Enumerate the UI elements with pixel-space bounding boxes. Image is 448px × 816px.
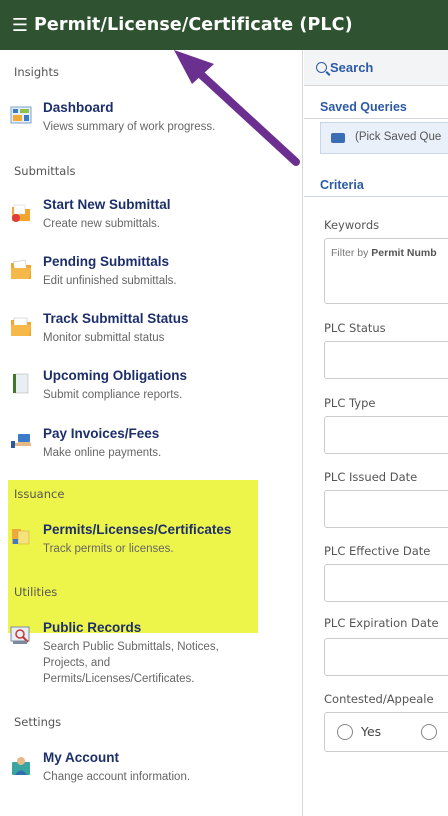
section-utilities: Utilities [14,585,58,599]
plc-type-label: PLC Type [324,396,376,410]
criteria-title: Criteria [320,178,364,192]
pending-folder-icon [11,259,31,279]
sidebar-item-label: Dashboard [43,100,114,115]
radio-no[interactable] [421,724,437,740]
sidebar-item-desc: Track permits or licenses. [43,543,174,555]
new-submittal-icon [12,204,30,222]
plc-effective-date-input[interactable] [324,564,448,602]
pointing-hand-icon [331,133,345,143]
sidebar-item-my-account[interactable]: My Account Change account information. [8,750,293,796]
sidebar-item-desc: Views summary of work progress. [43,121,216,133]
hamburger-icon[interactable]: ☰ [0,15,34,36]
sidebar-item-label: My Account [43,750,120,765]
radio-yes[interactable] [337,724,353,740]
plc-effective-date-label: PLC Effective Date [324,544,431,558]
sidebar-item-label: Upcoming Obligations [43,368,187,383]
plc-expiration-date-label: PLC Expiration Date [324,616,439,630]
plc-type-select[interactable] [324,416,448,454]
search-panel: Search Saved Queries (Pick Saved Que Cri… [304,50,448,816]
sidebar-item-start-new-submittal[interactable]: Start New Submittal Create new submittal… [8,197,293,243]
app-title: Permit/License/Certificate (PLC) [34,15,353,35]
track-folder-icon [11,317,31,336]
obligations-book-icon [13,373,29,394]
search-label: Search [330,60,374,75]
public-records-icon [10,626,30,644]
keywords-input[interactable]: Filter by Permit Numb [324,238,448,304]
contested-label: Contested/Appeale [324,692,434,706]
search-icon [316,62,327,73]
sidebar-item-desc: Change account information. [43,771,191,783]
saved-queries-select[interactable]: (Pick Saved Que [320,122,448,154]
divider [304,118,448,119]
sidebar-item-desc: Submit compliance reports. [43,389,183,401]
payment-hand-icon [11,434,31,448]
sidebar-item-public-records[interactable]: Public Records Search Public Submittals,… [8,620,293,692]
plc-status-select[interactable] [324,341,448,379]
plc-expiration-date-input[interactable] [324,638,448,676]
app-header: ☰ Permit/License/Certificate (PLC) [0,0,448,50]
sidebar-item-label: Permits/Licenses/Certificates [43,522,232,537]
search-header[interactable]: Search [304,50,448,86]
keywords-placeholder-prefix: Filter by [331,247,372,259]
sidebar-item-desc: Search Public Submittals, Notices, Proje… [43,641,219,685]
sidebar-item-label: Start New Submittal [43,197,171,212]
saved-queries-value: (Pick Saved Que [355,131,442,143]
contested-radio-group: Yes [324,712,448,752]
saved-queries-title: Saved Queries [320,100,407,114]
sidebar-item-pending-submittals[interactable]: Pending Submittals Edit unfinished submi… [8,254,293,300]
plc-issued-date-input[interactable] [324,490,448,528]
keywords-label: Keywords [324,218,380,232]
sidebar-item-label: Pending Submittals [43,254,170,269]
permits-icon [12,529,30,545]
sidebar-item-desc: Make online payments. [43,447,162,459]
dashboard-icon [10,106,32,124]
sidebar-item-pay-invoices[interactable]: Pay Invoices/Fees Make online payments. [8,426,293,472]
section-insights: Insights [14,65,59,79]
sidebar-item-upcoming-obligations[interactable]: Upcoming Obligations Submit compliance r… [8,368,293,414]
sidebar-item-desc: Create new submittals. [43,218,160,230]
divider [304,196,448,197]
plc-issued-date-label: PLC Issued Date [324,470,418,484]
sidebar-nav: Insights Dashboard Views summary of work… [0,50,303,816]
sidebar-item-desc: Edit unfinished submittals. [43,275,177,287]
sidebar-item-permits-licenses-certificates[interactable]: Permits/Licenses/Certificates Track perm… [8,522,293,568]
sidebar-item-track-submittal-status[interactable]: Track Submittal Status Monitor submittal… [8,311,293,357]
sidebar-item-dashboard[interactable]: Dashboard Views summary of work progress… [8,100,293,146]
sidebar-item-label: Track Submittal Status [43,311,189,326]
keywords-placeholder-bold: Permit Numb [371,247,437,259]
section-submittals: Submittals [14,164,76,178]
sidebar-item-label: Pay Invoices/Fees [43,426,160,441]
section-settings: Settings [14,715,62,729]
account-icon [12,757,30,775]
plc-status-label: PLC Status [324,321,386,335]
sidebar-item-label: Public Records [43,620,142,635]
section-issuance: Issuance [14,487,65,501]
radio-yes-label: Yes [361,724,382,739]
sidebar-item-desc: Monitor submittal status [43,332,165,344]
